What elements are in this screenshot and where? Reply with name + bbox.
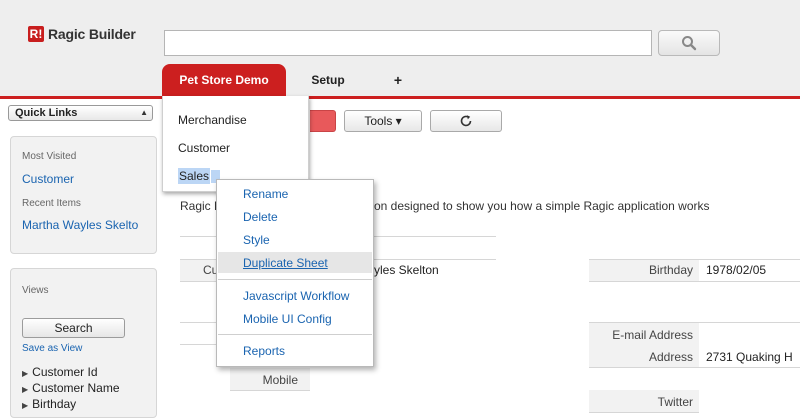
field-item[interactable]: ▶ Birthday: [22, 397, 76, 411]
sheet-context-menu: Rename Delete Style Duplicate Sheet Java…: [216, 179, 374, 367]
views-label: Views: [22, 285, 49, 296]
triangle-right-icon: ▶: [22, 369, 29, 378]
birthday-label: Birthday: [648, 263, 693, 277]
menu-item-duplicate-sheet[interactable]: Duplicate Sheet: [243, 256, 328, 270]
views-search-button[interactable]: Search: [22, 318, 125, 338]
menu-item-rename[interactable]: Rename: [243, 187, 288, 201]
form-divider: [180, 322, 216, 323]
save-as-view-link[interactable]: Save as View: [22, 343, 82, 354]
most-visited-label: Most Visited: [22, 151, 77, 162]
menu-item-style[interactable]: Style: [243, 233, 270, 247]
refresh-icon: [460, 115, 472, 127]
menu-separator: [218, 279, 372, 280]
field-label: Customer Id: [32, 365, 98, 379]
form-divider: [589, 259, 800, 260]
search-button[interactable]: [658, 30, 720, 56]
customer-name-value[interactable]: yles Skelton: [374, 263, 439, 277]
field-item[interactable]: ▶ Customer Name: [22, 381, 120, 395]
updown-arrow-icon: ▲: [140, 108, 148, 117]
menu-item-delete[interactable]: Delete: [243, 210, 278, 224]
search-icon: [682, 36, 697, 51]
birthday-value[interactable]: 1978/02/05: [706, 263, 766, 277]
tools-button[interactable]: Tools ▾: [344, 110, 422, 132]
logo-mark: R!: [28, 26, 44, 42]
sheet-item-merchandise[interactable]: Merchandise: [178, 113, 247, 127]
twitter-label: Twitter: [657, 395, 693, 409]
ragic-logo[interactable]: R! Ragic Builder: [28, 26, 136, 42]
sheet-item-customer[interactable]: Customer: [178, 141, 230, 155]
views-panel: Views Search Save as View ▶ Customer Id ▶…: [10, 268, 157, 418]
triangle-right-icon: ▶: [22, 401, 29, 410]
mobile-label: Mobile: [262, 373, 298, 387]
menu-item-javascript-workflow[interactable]: Javascript Workflow: [243, 289, 349, 303]
form-divider: [589, 367, 800, 368]
form-divider: [589, 322, 800, 323]
menu-item-reports[interactable]: Reports: [243, 344, 285, 358]
address-label: Address: [648, 350, 693, 364]
quick-links-select[interactable]: Quick Links ▲: [8, 105, 153, 121]
triangle-right-icon: ▶: [22, 385, 29, 394]
form-divider: [180, 344, 216, 345]
recent-panel: Most Visited Customer Recent Items Marth…: [10, 136, 157, 254]
add-tab-button[interactable]: +: [386, 64, 410, 96]
field-item[interactable]: ▶ Customer Id: [22, 365, 98, 379]
field-label: Customer Name: [32, 381, 120, 395]
refresh-button[interactable]: [430, 110, 502, 132]
global-search-input[interactable]: [164, 30, 652, 56]
address-value[interactable]: 2731 Quaking H: [706, 350, 800, 364]
sheet-dropdown-menu: Merchandise Customer Sales: [162, 96, 309, 192]
most-visited-link[interactable]: Customer: [22, 172, 74, 186]
field-label: Birthday: [32, 397, 77, 411]
menu-separator: [218, 334, 372, 335]
email-label: E-mail Address: [612, 328, 693, 342]
recent-item-link[interactable]: Martha Wayles Skelto: [22, 218, 138, 232]
description-text: on designed to show you how a simple Rag…: [374, 199, 710, 213]
tab-pet-store-demo[interactable]: Pet Store Demo: [162, 64, 286, 96]
quick-links-label: Quick Links: [15, 107, 78, 119]
app-header: R! Ragic Builder Pet Store Demo Setup +: [0, 0, 800, 99]
form-divider: [589, 281, 800, 282]
new-entry-button[interactable]: [310, 110, 336, 132]
menu-item-mobile-ui-config[interactable]: Mobile UI Config: [243, 312, 332, 326]
logo-text: Ragic Builder: [48, 26, 136, 42]
tab-setup[interactable]: Setup: [296, 64, 360, 96]
recent-items-label: Recent Items: [22, 198, 81, 209]
sheet-item-sales-label: Sales: [178, 168, 211, 184]
sheet-item-sales[interactable]: Sales: [178, 168, 221, 184]
